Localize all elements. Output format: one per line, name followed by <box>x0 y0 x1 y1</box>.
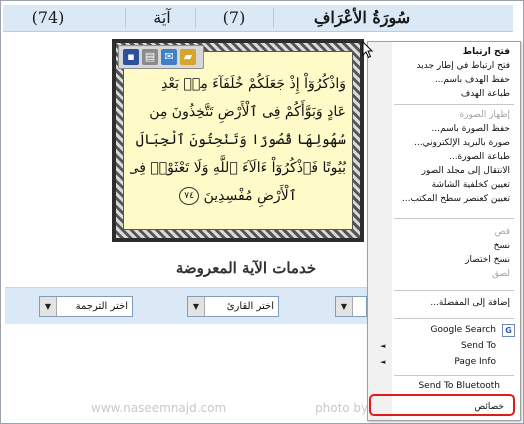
menu-separator <box>394 104 514 105</box>
translation-select[interactable]: ▼ اختر الترجمة <box>39 296 133 317</box>
menu-item-add-favorites[interactable]: إضافة إلى المفضلة... <box>368 296 518 310</box>
menu-item-google-search[interactable]: Google Search <box>368 323 518 337</box>
third-select[interactable]: ▼ <box>335 296 367 317</box>
print-icon[interactable]: ▤ <box>142 49 158 65</box>
chevron-down-icon[interactable]: ▼ <box>336 297 353 316</box>
menu-item-set-desktop-item[interactable]: تعيين كعنصر سطح المكتب... <box>368 192 518 206</box>
properties-highlight <box>369 394 515 416</box>
translation-select-value: اختر الترجمة <box>75 301 128 312</box>
chevron-down-icon[interactable]: ▼ <box>40 297 57 316</box>
verse-line: بُيُوتًا فَٱذْكُرُوٓاْ ءَالَآءَ ٱللَّهِ … <box>130 160 346 176</box>
menu-item-paste: لصق <box>491 269 510 279</box>
menu-item-open-link[interactable]: فتح ارتباط <box>368 45 518 59</box>
menu-item-email-picture[interactable]: صورة بالبريد الإلكتروني... <box>368 136 518 150</box>
header-divider <box>125 8 126 28</box>
verse-header: (74) آيَة (7) سُورَةُ الأعْرَافِ <box>3 5 513 32</box>
cursor-arrow-icon <box>362 41 374 59</box>
ayah-number: (74) <box>31 8 65 27</box>
menu-item-send-to-label: Send To <box>460 341 496 351</box>
reader-select[interactable]: ▼ اختر القارئ <box>187 296 279 317</box>
surah-number: (7) <box>222 8 246 27</box>
save-icon[interactable]: ▪ <box>123 49 139 65</box>
submenu-arrow-icon: ◄ <box>380 358 386 366</box>
menu-separator <box>394 290 514 291</box>
menu-item-send-bluetooth[interactable]: Send To Bluetooth <box>368 379 518 393</box>
folder-icon[interactable]: ▰ <box>180 49 196 65</box>
menu-separator <box>394 375 514 376</box>
verse-paper: وَاذْكُرُوٓاْ إِذْ جَعَلَكُمْ خُلَفَآءَ … <box>123 51 353 230</box>
services-title: خدمات الآية المعروضة <box>175 259 317 277</box>
menu-item-show-picture: إظهار الصورة <box>459 110 510 120</box>
menu-item-page-info[interactable]: ◄ Page Info <box>368 355 518 369</box>
submenu-arrow-icon: ◄ <box>380 342 386 350</box>
email-icon[interactable]: ✉ <box>161 49 177 65</box>
menu-item-page-info-label: Page Info <box>454 357 496 367</box>
ayah-marker: ٧٤ <box>179 187 200 205</box>
verse-line: وَاذْكُرُوٓاْ إِذْ جَعَلَكُمْ خُلَفَآءَ … <box>161 76 346 92</box>
header-divider <box>273 8 274 28</box>
image-toolbar: ▪ ▤ ✉ ▰ <box>118 45 204 69</box>
menu-item-send-to[interactable]: ◄ Send To <box>368 339 518 353</box>
ayah-label: آيَة <box>153 8 171 27</box>
menu-item-cut: قص <box>494 227 510 237</box>
menu-item-copy-shortcut[interactable]: نسخ اختصار <box>368 253 518 267</box>
verse-image[interactable]: وَاذْكُرُوٓاْ إِذْ جَعَلَكُمْ خُلَفَآءَ … <box>112 39 364 242</box>
google-icon: G <box>502 324 515 337</box>
menu-item-print-target[interactable]: طباعة الهدف <box>368 87 518 101</box>
verse-line: عَادٍ وَبَوَّأَكُمْ فِى ٱلْأَرْضِ تَتَّخ… <box>149 104 346 120</box>
context-menu: فتح ارتباط فتح ارتباط في إطار جديد حفظ ا… <box>367 41 521 421</box>
chevron-down-icon[interactable]: ▼ <box>188 297 205 316</box>
watermark-site: www.naseemnajd.com <box>91 401 227 415</box>
menu-item-open-link-new-window[interactable]: فتح ارتباط في إطار جديد <box>368 59 518 73</box>
surah-title: سُورَةُ الأعْرَافِ <box>313 8 411 27</box>
menu-item-go-to-pictures[interactable]: الانتقال إلى مجلد الصور <box>368 164 518 178</box>
window-frame: (74) آيَة (7) سُورَةُ الأعْرَافِ وَاذْكُ… <box>0 0 524 424</box>
verse-line-text: ٱلْأَرْضِ مُفْسِدِينَ <box>203 188 297 204</box>
verse-line: سُهُولِهَا قُصُورًا وَتَنْحِتُونَ ٱلْجِب… <box>135 132 346 148</box>
verse-line-last: ٱلْأَرْضِ مُفْسِدِينَ ٧٤ <box>130 182 346 210</box>
menu-item-save-picture[interactable]: حفظ الصورة باسم... <box>368 122 518 136</box>
menu-separator <box>394 218 514 219</box>
services-bar: ▼ اختر الترجمة ▼ اختر القارئ ▼ <box>5 287 367 324</box>
menu-item-save-target[interactable]: حفظ الهدف باسم... <box>368 73 518 87</box>
menu-item-set-background[interactable]: تعيين كخلفية الشاشة <box>368 178 518 192</box>
header-divider <box>195 8 196 28</box>
menu-item-print-picture[interactable]: طباعة الصورة... <box>368 150 518 164</box>
menu-separator <box>394 318 514 319</box>
menu-item-copy[interactable]: نسخ <box>368 239 518 253</box>
reader-select-value: اختر القارئ <box>226 301 274 312</box>
